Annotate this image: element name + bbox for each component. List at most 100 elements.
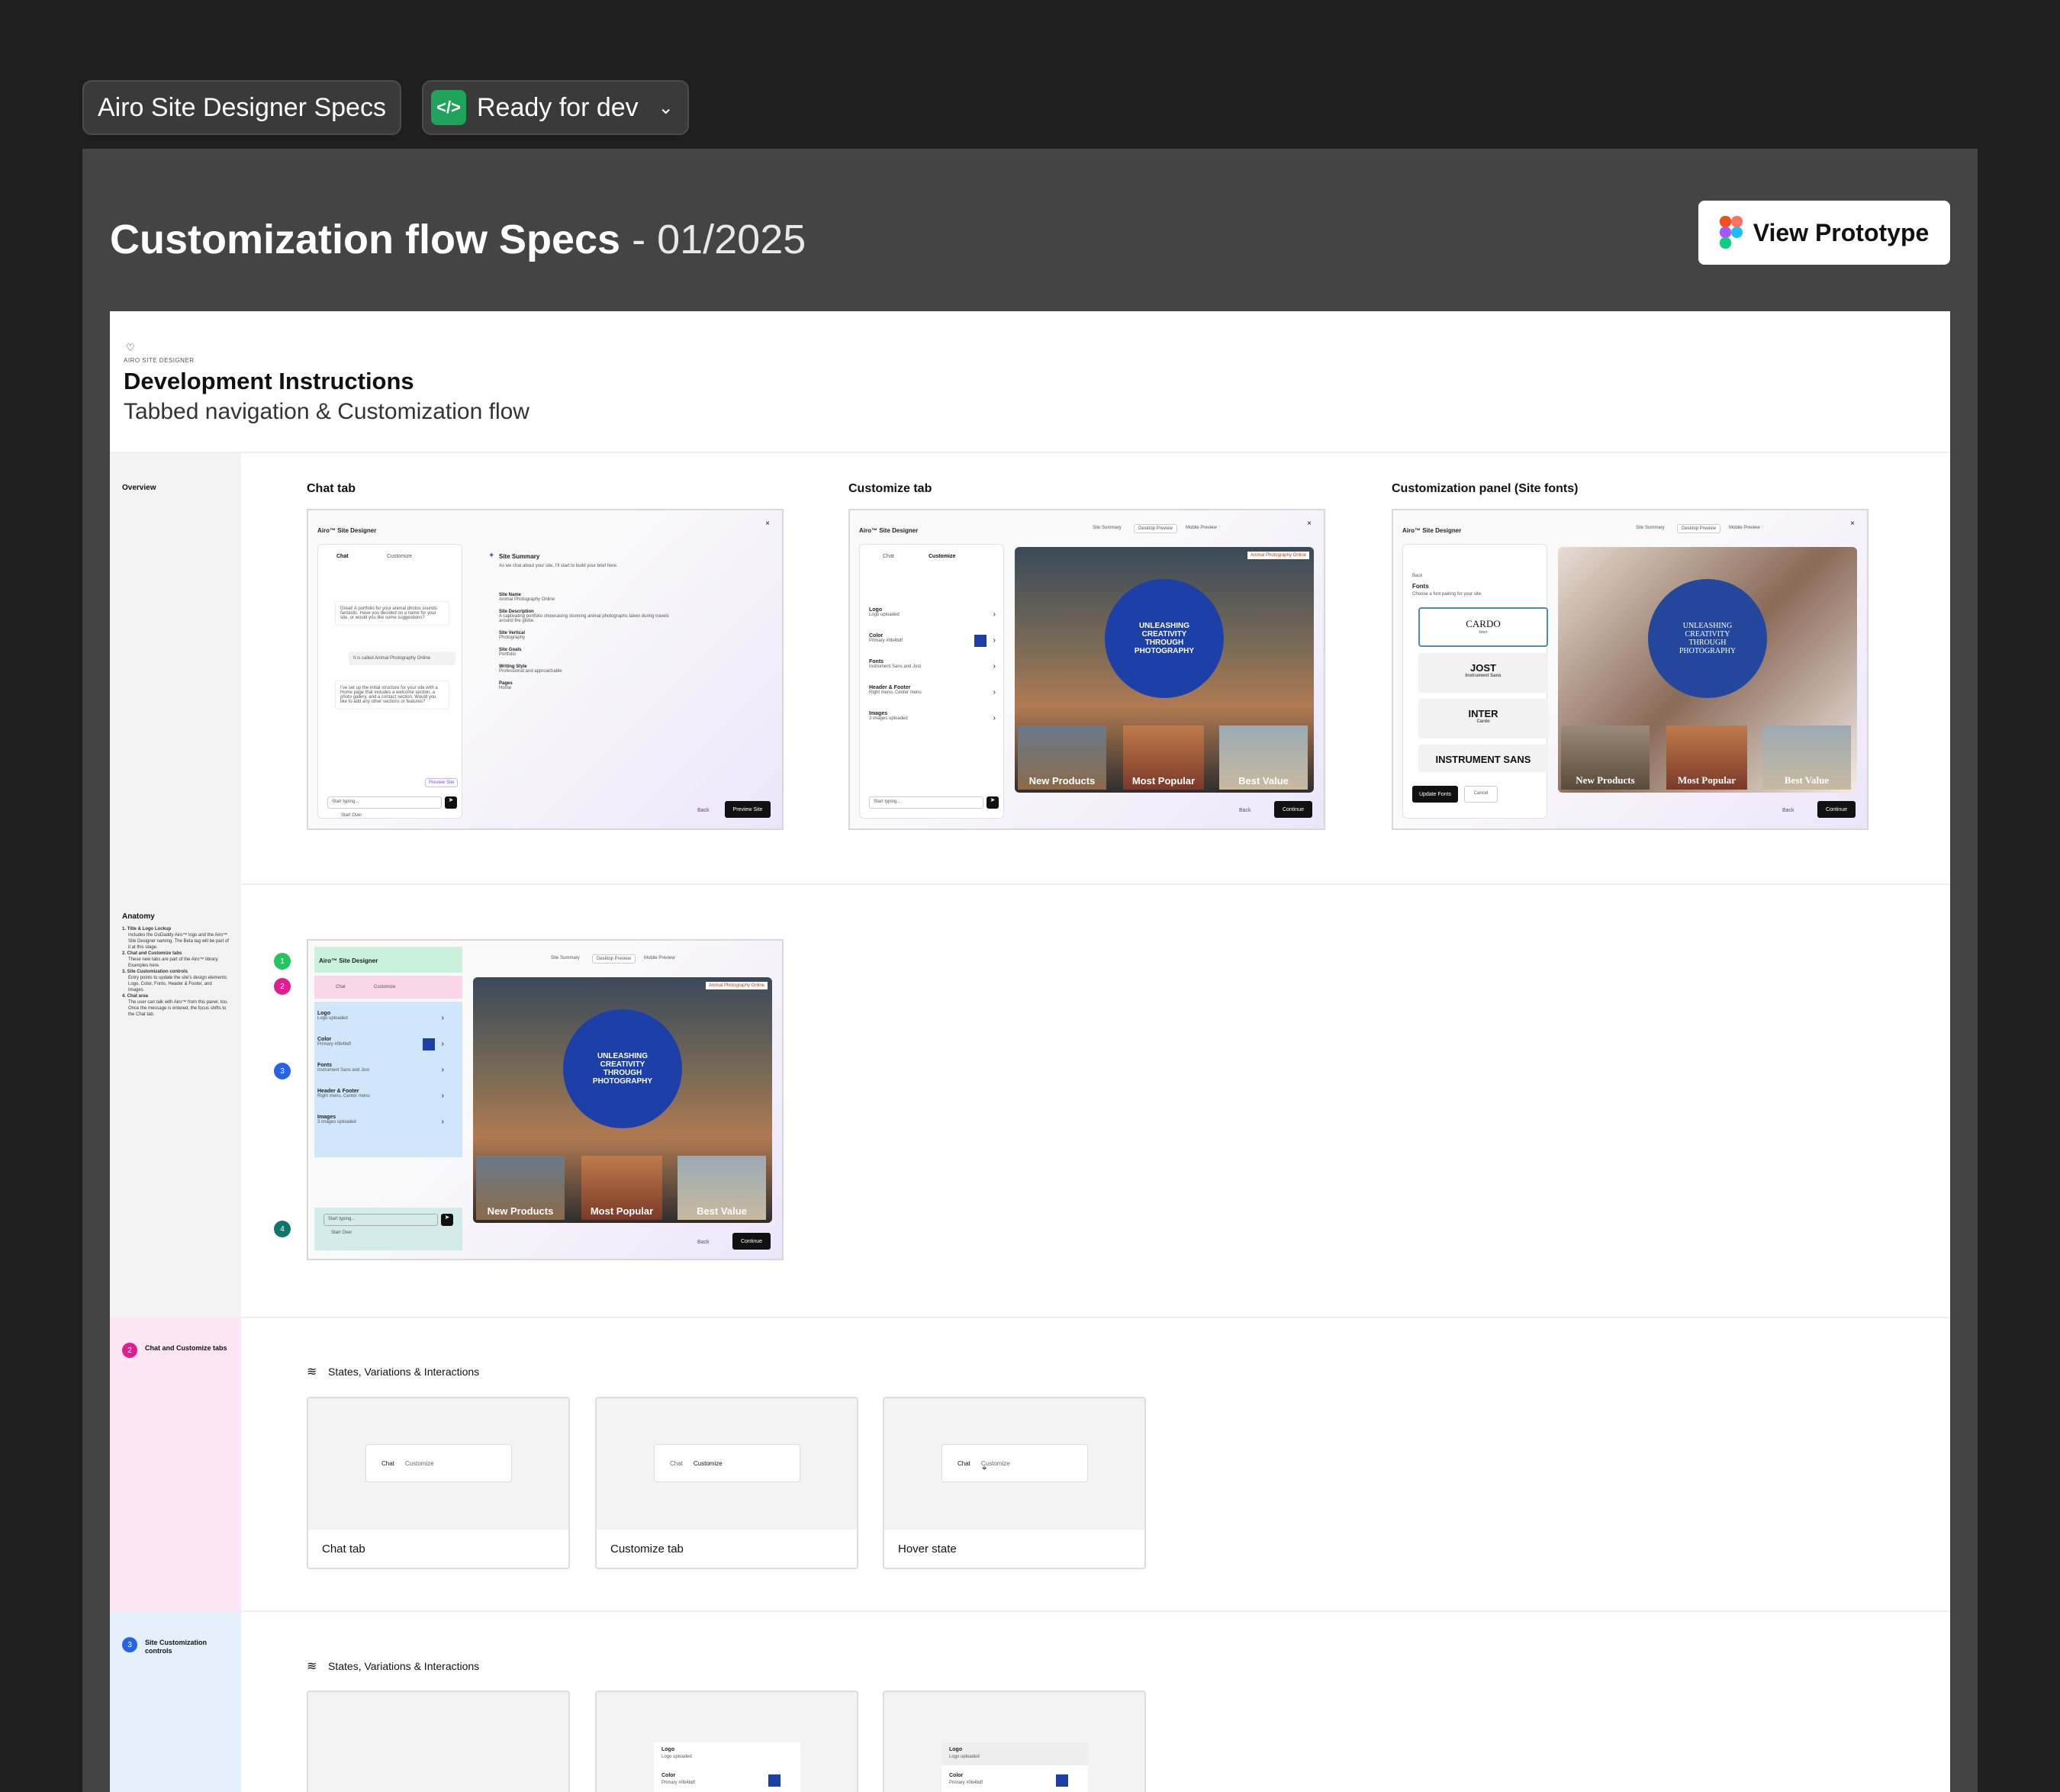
summary-value: Animal Photography Online (499, 597, 555, 602)
customize-row[interactable]: Header & Footer Right menu, Center menu › (869, 685, 999, 708)
view-prototype-button[interactable]: View Prototype (1698, 201, 1950, 265)
chevron-right-icon: › (441, 1014, 444, 1022)
customize-row-value: Logo uploaded (317, 1016, 348, 1021)
summary-value: Professional and approachable (499, 669, 562, 674)
status-dropdown[interactable]: </> Ready for dev ⌄ (422, 80, 689, 135)
sidebar-section2 (110, 1318, 241, 1612)
spec-document: ♡ AIRO SITE DESIGNER Development Instruc… (110, 311, 1950, 1792)
customize-row-value: Right menu, Center menu (869, 690, 922, 695)
customize-panel: Chat Customize Logo Logo uploaded › Color Pr… (859, 544, 1004, 819)
file-name-chip[interactable]: Airo Site Designer Specs (82, 80, 401, 135)
fonts-panel: Back Fonts Choose a font pairing for you… (1402, 544, 1548, 819)
section3-label: Site Customization controls (145, 1639, 208, 1655)
customize-row[interactable]: Header & Footer Right menu, Center menu › (317, 1089, 447, 1112)
anatomy-note: The user can talk with Airo™ from this p… (128, 1000, 228, 1017)
font-option-inter[interactable]: INTER Cardo (1418, 699, 1548, 738)
file-name: Airo Site Designer Specs (98, 92, 386, 122)
chat-input[interactable]: Start typing... (327, 796, 442, 809)
send-icon[interactable]: ➤ (987, 796, 999, 809)
summary-value: Photography (499, 635, 526, 640)
layers-icon: ≋ (307, 1660, 317, 1673)
shot-title-chat: Chat tab (307, 482, 356, 495)
page-title: Customization flow Specs - 01/2025 (110, 217, 806, 262)
customize-row[interactable]: Color Primary #0b4bdf › (317, 1037, 447, 1060)
anatomy-marker-3: 3 (274, 1063, 291, 1079)
customize-row[interactable]: Logo Logo uploaded › (869, 607, 999, 630)
customize-row[interactable]: Images 3 images uploaded › (869, 711, 999, 734)
state-card-customize: Chat Customize Customize tab (595, 1397, 858, 1569)
tab-chat[interactable]: Chat (336, 554, 349, 559)
customize-row-value: Instrument Sans and Jost (317, 1068, 370, 1073)
top-tab-desktop[interactable]: Desktop Preview (1134, 524, 1178, 533)
site-chip: Animal Photography Online (1247, 552, 1309, 559)
top-tab-mobile[interactable]: Mobile Preview (1186, 526, 1217, 530)
customize-row-label: Images (317, 1115, 336, 1120)
customize-row-label: Header & Footer (317, 1089, 359, 1094)
customize-row[interactable]: Images 3 images uploaded › (317, 1115, 447, 1137)
anatomy-note: 1. Title & Logo Lockup (122, 927, 172, 931)
chat-panel: Chat Customize Great! A portfolio for yo… (317, 544, 462, 819)
anatomy-marker-1: 1 (274, 953, 291, 970)
hero-circle: UNLEASHING CREATIVITY THROUGH PHOTOGRAPH… (1105, 579, 1224, 698)
anatomy-marker-2: 2 (274, 978, 291, 995)
close-icon[interactable]: × (1307, 520, 1312, 528)
chevron-right-icon: › (441, 1118, 444, 1126)
chat-tab-screenshot: Airo™ Site Designer × Chat Customize Gre… (307, 509, 784, 830)
send-icon[interactable]: ➤ (441, 1214, 453, 1226)
state-card-hover: Chat Customize ⌖ Hover state (883, 1397, 1146, 1569)
fonts-panel-screenshot: Airo™ Site Designer Site Summary Desktop… (1392, 509, 1868, 830)
chat-message: Great! A portfolio for your animal photo… (335, 601, 449, 626)
control-card-2: Logo Logo uploaded Color Primary #0b4bdf (595, 1691, 858, 1792)
section3-states-title: States, Variations & Interactions (328, 1660, 480, 1672)
anatomy-notes: 1. Title & Logo Lockup Includes the GoDad… (122, 926, 229, 1018)
summary-value: Home (499, 686, 512, 690)
shot-title-customize: Customize tab (848, 482, 932, 495)
customize-row[interactable]: Logo Logo uploaded › (317, 1011, 447, 1034)
doc-subtitle: Tabbed navigation & Customization flow (124, 399, 529, 424)
update-fonts-button[interactable]: Update Fonts (1412, 786, 1458, 803)
anatomy-note: 3. Site Customization controls (122, 970, 188, 974)
chevron-right-icon: › (993, 610, 996, 619)
status-label: Ready for dev (477, 92, 639, 122)
customize-row-value: 3 images uploaded (317, 1120, 356, 1124)
airo-logo-icon: ♡ (126, 342, 135, 353)
customize-tab-screenshot: Airo™ Site Designer Site Summary Desktop… (848, 509, 1325, 830)
sparkle-icon: ✦ (488, 552, 495, 560)
doc-eyebrow: AIRO SITE DESIGNER (124, 357, 195, 364)
section2-number: 2 (122, 1343, 137, 1358)
color-swatch (974, 635, 987, 647)
chevron-right-icon: › (441, 1040, 444, 1048)
font-option-instrument-sans[interactable]: INSTRUMENT SANS (1418, 745, 1548, 772)
customize-row-label: Fonts (317, 1063, 333, 1068)
customize-row-value: Logo uploaded (869, 613, 900, 617)
preview-site-button[interactable]: Preview Site (725, 801, 771, 818)
customize-row-label: Logo (317, 1011, 331, 1016)
code-icon: </> (431, 90, 466, 125)
summary-value: A captivating portfolio showcasing stunn… (499, 614, 669, 623)
send-icon[interactable]: ➤ (445, 796, 457, 809)
chevron-right-icon: › (441, 1092, 444, 1100)
chat-message: I've set up the initial structure for yo… (335, 680, 449, 709)
cancel-button[interactable]: Cancel (1464, 786, 1498, 803)
customize-row[interactable]: Color Primary #0b4bdf › (869, 633, 999, 656)
anatomy-note: Entry points to update the site's design… (128, 976, 228, 993)
anatomy-note: These new tabs are part of the Airo™ lib… (128, 957, 219, 968)
continue-button[interactable]: Continue (1274, 801, 1312, 818)
anatomy-note: 4. Chat area (122, 994, 149, 999)
start-over-link[interactable]: Start Over (341, 813, 362, 818)
font-option-jost[interactable]: JOST Instrument Sans (1418, 653, 1548, 693)
preview-site-chip[interactable]: Preview Site (425, 778, 459, 787)
customize-row-label: Images (869, 711, 888, 716)
summary-title: Site Summary (499, 553, 540, 560)
top-tab-summary[interactable]: Site Summary (1093, 526, 1122, 530)
shot-title-fonts: Customization panel (Site fonts) (1392, 482, 1579, 495)
customize-row[interactable]: Fonts Instrument Sans and Jost › (869, 659, 999, 682)
back-link[interactable]: Back (697, 808, 710, 813)
close-icon[interactable]: × (1850, 520, 1855, 528)
font-option-cardo[interactable]: CARDO Inter (1418, 607, 1548, 647)
customize-row-label: Fonts (869, 659, 884, 664)
tab-customize[interactable]: Customize (387, 554, 412, 559)
section2-states-title: States, Variations & Interactions (328, 1366, 480, 1378)
close-icon[interactable]: × (765, 520, 770, 528)
customize-row[interactable]: Fonts Instrument Sans and Jost › (317, 1063, 447, 1086)
